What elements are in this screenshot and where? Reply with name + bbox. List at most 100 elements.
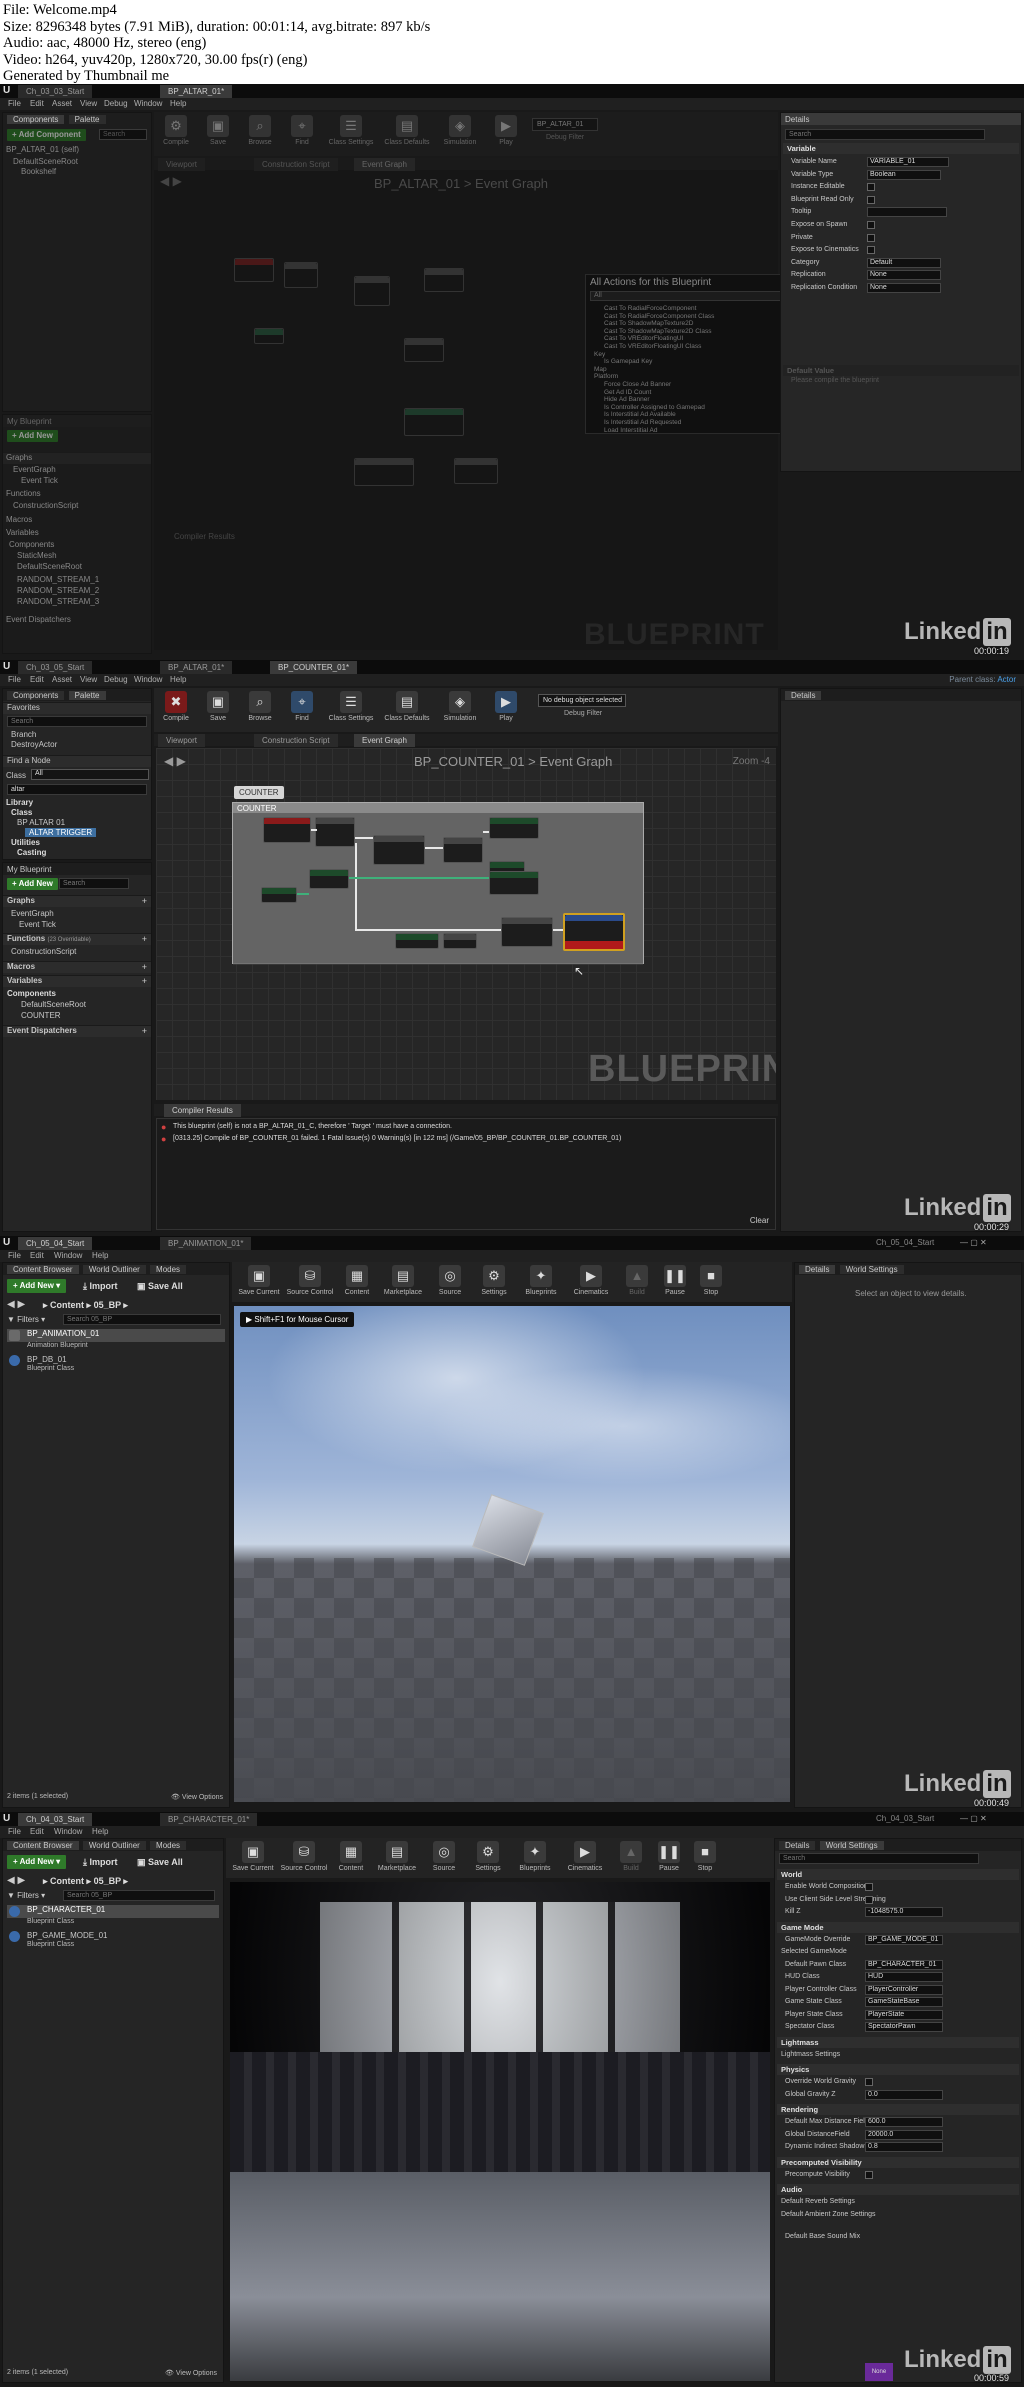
add-function-icon[interactable]: + (142, 934, 147, 944)
node-set-1[interactable] (489, 817, 539, 839)
settings-button[interactable]: ⚙ Settings (472, 1264, 516, 1306)
settings-checkbox[interactable] (865, 1895, 873, 1904)
save-all-button[interactable]: ▣ Save All (137, 1281, 183, 1292)
settings-checkbox[interactable] (865, 2170, 873, 2179)
tab-level[interactable]: Ch_03_03_Start (18, 85, 93, 98)
menu-window[interactable]: Window (134, 99, 162, 108)
item-construction[interactable]: ConstructionScript (13, 501, 78, 510)
graph-tab-construction[interactable]: Construction Script (254, 734, 338, 747)
menu-edit[interactable]: Edit (30, 1251, 44, 1260)
tab-level[interactable]: Ch_03_05_Start (18, 661, 93, 674)
section-event-dispatchers[interactable]: Event Dispatchers (6, 615, 71, 624)
menu-debug[interactable]: Debug (104, 99, 128, 108)
menu-view[interactable]: View (80, 675, 97, 684)
action-item[interactable]: Cast To VREditorFloatingUI Class (604, 343, 701, 350)
settings-value[interactable]: -1048575.0 (865, 1907, 943, 1917)
simulation-button[interactable]: ◈ Simulation (436, 690, 484, 732)
cinematics-button[interactable]: ▶ Cinematics (560, 1840, 610, 1882)
node-5[interactable] (404, 338, 444, 362)
settings-value[interactable]: 0.8 (865, 2142, 943, 2152)
node-error[interactable] (563, 913, 625, 951)
action-item[interactable]: Platform (594, 373, 618, 380)
node-8[interactable] (354, 458, 414, 486)
default-value-section[interactable]: Default Value (783, 365, 1019, 376)
variable-checkbox[interactable] (867, 195, 875, 204)
debug-object-dropdown[interactable]: No debug object selected (538, 694, 626, 707)
compiler-results-title[interactable]: Compiler Results (164, 1104, 241, 1117)
pause-button[interactable]: ❚❚ Pause (652, 1840, 686, 1882)
settings-section[interactable]: Lightmass (777, 2036, 1019, 2048)
node-9[interactable] (454, 458, 498, 484)
favorite-branch[interactable]: Branch (11, 730, 36, 739)
node-7[interactable] (404, 408, 464, 436)
section-graphs[interactable]: Graphs (6, 453, 32, 462)
tab-world-settings[interactable]: World Settings (819, 1841, 884, 1850)
save-button[interactable]: ▣ Save (198, 114, 238, 156)
settings-section[interactable]: Precomputed Visibility (777, 2156, 1019, 2168)
stop-button[interactable]: ■ Stop (688, 1840, 722, 1882)
component-self[interactable]: BP_ALTAR_01 (self) (6, 145, 79, 154)
content-search[interactable]: Search 05_BP (63, 1890, 215, 1901)
node-gate[interactable] (443, 837, 483, 863)
view-options-button[interactable]: 👁 View Options (165, 2369, 217, 2377)
compile-button[interactable]: ✖ Compile (156, 690, 196, 732)
clear-button[interactable]: Clear (750, 1216, 769, 1225)
find-button[interactable]: ⌖ Find (282, 690, 322, 732)
action-item[interactable]: Is Controller Assigned to Gamepad (604, 404, 705, 411)
settings-button[interactable]: ⚙ Settings (466, 1840, 510, 1882)
node-set-2[interactable] (489, 871, 539, 895)
node-branch[interactable] (373, 835, 425, 865)
build-button[interactable]: ▲ Build (618, 1264, 656, 1306)
tab-level[interactable]: Ch_04_03_Start (18, 1813, 93, 1826)
add-macro-icon[interactable]: + (142, 962, 147, 972)
menu-edit[interactable]: Edit (30, 1827, 44, 1836)
blueprints-button[interactable]: ✦ Blueprints (512, 1840, 558, 1882)
menu-file[interactable]: File (8, 99, 21, 108)
tab-details[interactable]: Details (779, 1841, 816, 1850)
details-search[interactable]: Search (785, 129, 985, 140)
variable-checkbox[interactable] (867, 246, 875, 255)
add-new-button[interactable]: + Add New (7, 878, 58, 890)
item-eventgraph[interactable]: EventGraph (11, 909, 54, 918)
action-item[interactable]: Is Interstitial Ad Available (604, 411, 676, 418)
save-current-button[interactable]: ▣ Save Current (236, 1264, 282, 1306)
content-button[interactable]: ▦ Content (338, 1264, 376, 1306)
variable-row-value[interactable]: None (867, 283, 941, 293)
settings-value[interactable]: PlayerState (865, 2009, 943, 2020)
view-options-button[interactable]: 👁 View Options (171, 1793, 223, 1801)
node-event[interactable] (263, 817, 311, 843)
tab-blueprint[interactable]: BP_ALTAR_01* (160, 85, 233, 98)
action-item[interactable]: Map (594, 366, 607, 373)
tab-animation[interactable]: BP_ANIMATION_01* (160, 1237, 252, 1250)
variable-row-value[interactable]: Boolean (867, 169, 941, 180)
action-item[interactable]: Hide Ad Banner (604, 396, 650, 403)
tab-palette[interactable]: Palette (68, 115, 106, 124)
node-sequence[interactable] (315, 817, 355, 847)
settings-subcategory[interactable]: Default Reverb Settings (779, 2197, 1017, 2208)
window-controls-icon[interactable]: — ▢ ✕ (960, 1814, 987, 1823)
graph-tab-event[interactable]: Event Graph (354, 734, 415, 747)
action-item[interactable]: Load Interstitial Ad (604, 427, 657, 434)
debug-object-dropdown[interactable]: BP_ALTAR_01 (532, 118, 598, 131)
menu-help[interactable]: Help (170, 99, 186, 108)
tab-modes[interactable]: Modes (150, 1841, 187, 1850)
comment-bubble[interactable]: COUNTER (234, 786, 284, 799)
compile-button[interactable]: ⚙ Compile (156, 114, 196, 156)
menu-help[interactable]: Help (92, 1827, 108, 1836)
component-bookshelf[interactable]: Bookshelf (21, 167, 56, 176)
filters-button[interactable]: ▼ Filters ▾ (7, 1315, 45, 1324)
menu-edit[interactable]: Edit (30, 99, 44, 108)
cinematics-button[interactable]: ▶ Cinematics (566, 1264, 616, 1306)
favorites-section[interactable]: Favorites (3, 702, 151, 714)
action-item[interactable]: Cast To ShadowMapTexture2D (604, 320, 693, 327)
action-item[interactable]: Get Ad ID Count (604, 389, 651, 396)
variable-checkbox[interactable] (867, 233, 875, 242)
action-item[interactable]: Cast To VREditorFloatingUI (604, 335, 683, 342)
favorite-destroyactor[interactable]: DestroyActor (11, 740, 57, 749)
menu-help[interactable]: Help (92, 1251, 108, 1260)
item-random-stream-2[interactable]: RANDOM_STREAM_2 (17, 586, 99, 595)
tooltip-field[interactable] (867, 207, 947, 218)
menu-window[interactable]: Window (54, 1251, 82, 1260)
add-variable-icon[interactable]: + (142, 976, 147, 986)
add-graph-icon[interactable]: + (142, 896, 147, 906)
